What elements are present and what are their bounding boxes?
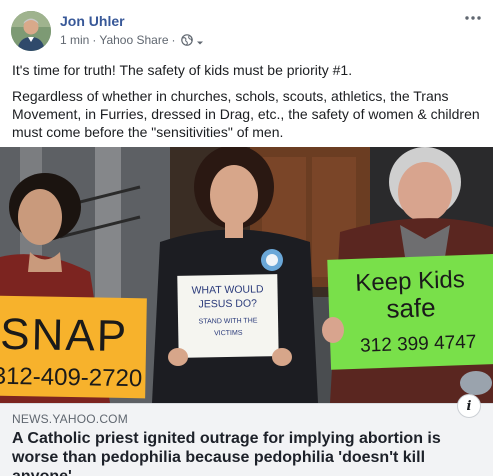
avatar-image [11,11,51,51]
post-text-paragraph: Regardless of whether in churches, schol… [12,88,480,140]
kids-sign-line2: safe [386,292,436,324]
wwjd-line1: WHAT WOULD [191,283,264,296]
post-meta: 1 min · Yahoo Share · [60,33,204,47]
author-name[interactable]: Jon Uhler [60,13,125,29]
wwjd-line2: JESUS DO? [198,297,257,310]
post-header: Jon Uhler 1 min · Yahoo Share · [0,0,493,58]
globe-icon[interactable] [180,34,193,46]
info-icon[interactable]: i [457,394,481,418]
post-time[interactable]: 1 min [60,33,89,47]
link-preview-image[interactable]: SNAP 312-409-2720 WHAT WOULD JESUS DO? S… [0,147,493,403]
post-text-line: It's time for truth! The safety of kids … [12,62,353,78]
more-options-button[interactable] [461,10,485,26]
kids-sign-phone: 312 399 4747 [360,332,477,357]
post-source[interactable]: Yahoo Share [99,33,168,47]
snap-sign-title: SNAP [0,310,129,361]
snap-sign-phone: 312-409-2720 [0,363,142,393]
wwjd-sign: WHAT WOULD JESUS DO? STAND WITH THE VICT… [177,274,279,358]
meta-separator: · [92,33,97,47]
snap-sign: SNAP 312-409-2720 [0,295,147,399]
meta-separator: · [171,33,176,47]
wwjd-line3: STAND WITH THE [199,317,258,325]
protest-photo: SNAP 312-409-2720 WHAT WOULD JESUS DO? S… [0,147,493,403]
post-body: It's time for truth! The safety of kids … [12,61,484,149]
audience-dropdown-icon[interactable] [196,36,204,45]
link-domain: NEWS.YAHOO.COM [12,412,128,426]
avatar[interactable] [11,11,51,51]
link-headline[interactable]: A Catholic priest ignited outrage for im… [12,429,482,476]
wwjd-line4: VICTIMS [214,330,243,338]
more-horizontal-icon [465,16,481,20]
link-preview-footer[interactable]: i NEWS.YAHOO.COM A Catholic priest ignit… [0,394,493,476]
keep-kids-safe-sign: Keep Kids safe 312 399 4747 [327,253,493,370]
